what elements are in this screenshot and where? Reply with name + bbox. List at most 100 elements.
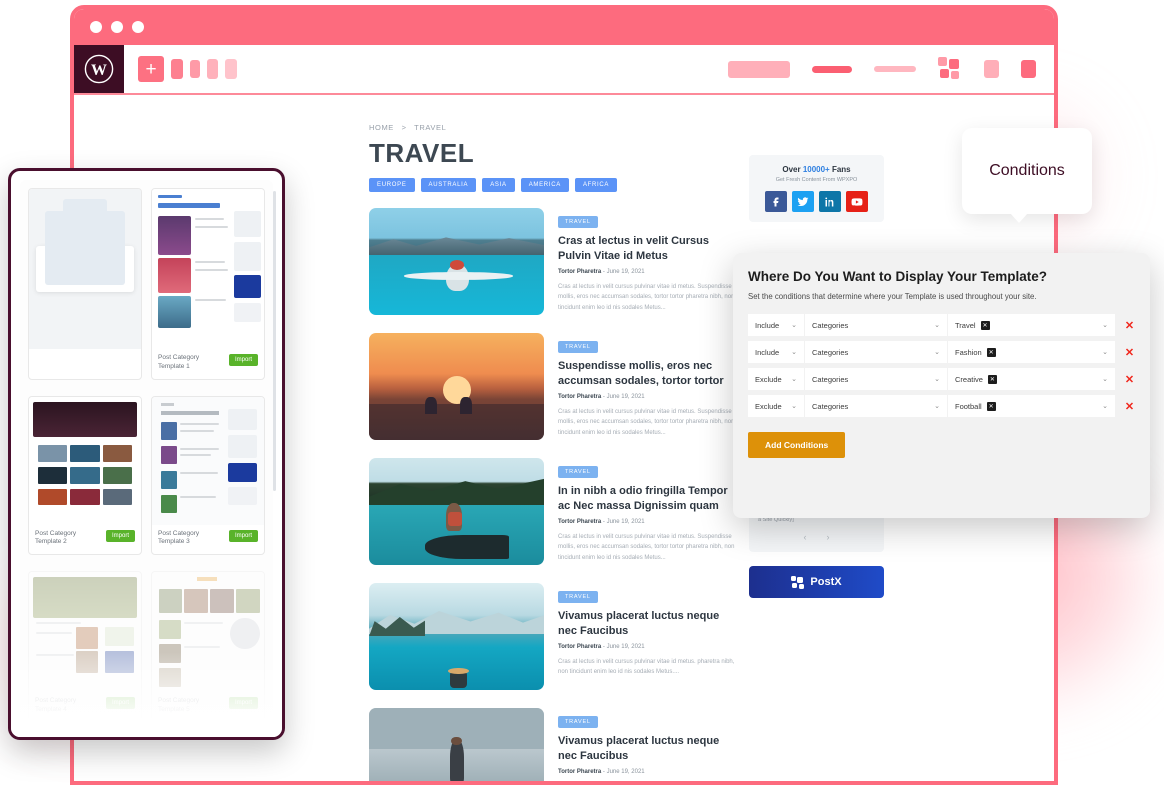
condition-row: Include ⌄ Categories ⌄ Fashion ✕ ⌄ ✕ [748,341,1135,363]
post-title[interactable]: Vivamus placerat luctus neque nec Faucib… [558,609,739,639]
chip-remove-icon[interactable]: ✕ [986,347,996,357]
post-body: TRAVEL Vivamus placerat luctus neque nec… [558,708,739,781]
post-tag[interactable]: TRAVEL [558,216,598,228]
post-tag[interactable]: TRAVEL [558,466,598,478]
chip-remove-icon[interactable]: ✕ [987,374,997,384]
condition-value-chip: Creative ✕ [955,374,997,384]
category-pill-africa[interactable]: AFRICA [574,178,618,192]
category-pill-australia[interactable]: AUSTRALIA [420,178,477,192]
chip-remove-icon[interactable]: ✕ [980,320,990,330]
linkedin-icon[interactable] [819,191,841,212]
postx-logo-icon[interactable] [938,57,962,81]
window-dot-close[interactable] [90,21,102,33]
post-author[interactable]: Tortor Pharetra [558,769,601,775]
wordpress-admin-toolbar: W + [74,45,1054,95]
remove-condition-icon[interactable]: ✕ [1124,346,1135,359]
post-author[interactable]: Tortor Pharetra [558,644,601,650]
post-meta: Tortor Pharetra - June 19, 2021 [558,519,739,525]
post-thumbnail[interactable] [369,208,544,315]
post-title[interactable]: In in nibh a odio fringilla Tempor ac Ne… [558,484,739,514]
import-button[interactable]: Import [228,354,258,366]
add-new-button[interactable]: + [138,56,164,82]
remove-condition-icon[interactable]: ✕ [1124,400,1135,413]
template-card[interactable]: Post Category Template 4 Import [28,571,142,723]
template-card[interactable]: Post Category Template 1 Import [151,188,265,380]
post-tag[interactable]: TRAVEL [558,341,598,353]
condition-type-select[interactable]: Include ⌄ [748,341,804,363]
toolbar-square-dark[interactable] [1021,60,1036,78]
toolbar-placeholder-4[interactable] [225,59,237,79]
import-button[interactable]: Import [228,697,258,710]
fans-subtitle: Get Fresh Content From WPXPO [775,177,858,183]
toolbar-pill-placeholder[interactable] [728,60,790,78]
template-card[interactable]: Post Category Template 5 Import [151,571,265,723]
condition-value-text: Fashion [955,347,982,357]
post-title[interactable]: Vivamus placerat luctus neque nec Faucib… [558,734,739,764]
post-body: TRAVEL In in nibh a odio fringilla Tempo… [558,458,739,565]
post-thumbnail[interactable] [369,583,544,690]
import-button[interactable]: Import [105,697,135,710]
start-from-scratch-card[interactable]: + Start From Scratch [28,188,142,380]
post-list-item: TRAVEL Suspendisse mollis, eros nec accu… [369,333,739,440]
post-tag[interactable]: TRAVEL [558,591,598,603]
template-card-label: Post Category Template 2 [35,529,77,546]
twitter-icon[interactable] [792,191,814,212]
condition-type-select[interactable]: Exclude ⌄ [748,395,804,417]
facebook-icon[interactable] [765,191,787,212]
condition-object-select[interactable]: Categories ⌄ [805,395,947,417]
toolbar-bar-dark[interactable] [812,65,852,73]
condition-object-select[interactable]: Categories ⌄ [805,368,947,390]
category-pill-asia[interactable]: ASIA [482,178,515,192]
wordpress-logo[interactable]: W [74,45,124,93]
youtube-icon[interactable] [846,191,868,212]
condition-type-select[interactable]: Include ⌄ [748,314,804,336]
template-card-footer: Post Category Template 3 Import [152,525,264,555]
post-title[interactable]: Suspendisse mollis, eros nec accumsan so… [558,359,739,389]
post-thumbnail[interactable] [369,458,544,565]
post-tag[interactable]: TRAVEL [558,716,598,728]
condition-object-select[interactable]: Categories ⌄ [805,314,947,336]
breadcrumb-home[interactable]: HOME [369,123,394,132]
remove-condition-icon[interactable]: ✕ [1124,319,1135,332]
post-meta: Tortor Pharetra - June 19, 2021 [558,269,739,275]
category-pill-america[interactable]: AMERICA [520,178,569,192]
fans-widget: Over 10000+ Fans Get Fresh Content From … [749,155,884,222]
toolbar-placeholder-2[interactable] [190,60,200,78]
import-button[interactable]: Import [228,529,258,542]
condition-value-select[interactable]: Football ✕ ⌄ [948,395,1115,417]
toolbar-square-light[interactable] [984,60,999,78]
toolbar-placeholder-1[interactable] [171,59,183,79]
post-list-column: HOME > TRAVEL TRAVEL EUROPE AUSTRALIA AS… [369,123,739,781]
post-thumbnail[interactable] [369,333,544,440]
condition-object-select[interactable]: Categories ⌄ [805,341,947,363]
wordpress-logo-icon: W [84,54,114,84]
toolbar-bar-light[interactable] [874,66,916,72]
template-card-footer: Post Category Template 5 Import [152,692,264,722]
chip-remove-icon[interactable]: ✕ [986,401,996,411]
tips-next-button[interactable]: › [827,532,830,542]
import-button[interactable]: Import [105,529,135,542]
window-dot-maximize[interactable] [132,21,144,33]
category-pill-europe[interactable]: EUROPE [369,178,415,192]
toolbar-placeholder-3[interactable] [207,59,218,79]
condition-value-select[interactable]: Travel ✕ ⌄ [948,314,1115,336]
postx-banner[interactable]: PostX [749,566,884,599]
post-title[interactable]: Cras at lectus in velit Cursus Pulvin Vi… [558,234,739,264]
remove-condition-icon[interactable]: ✕ [1124,373,1135,386]
condition-type-select[interactable]: Exclude ⌄ [748,368,804,390]
add-conditions-button[interactable]: Add Conditions [748,432,846,458]
post-author[interactable]: Tortor Pharetra [558,394,601,400]
window-dot-minimize[interactable] [111,21,123,33]
condition-value-select[interactable]: Creative ✕ ⌄ [948,368,1115,390]
condition-value-chip: Fashion ✕ [955,347,996,357]
post-meta: Tortor Pharetra - June 19, 2021 [558,394,739,400]
template-card[interactable]: Post Category Template 2 Import [28,395,142,556]
condition-value-select[interactable]: Fashion ✕ ⌄ [948,341,1115,363]
post-excerpt: Cras at lectus in velit cursus pulvinar … [558,408,735,436]
tips-prev-button[interactable]: ‹ [804,532,807,542]
post-author[interactable]: Tortor Pharetra [558,519,601,525]
post-thumbnail[interactable] [369,708,544,781]
post-author[interactable]: Tortor Pharetra [558,269,601,275]
template-card[interactable]: Post Category Template 3 Import [151,395,265,556]
browser-titlebar [74,9,1054,45]
